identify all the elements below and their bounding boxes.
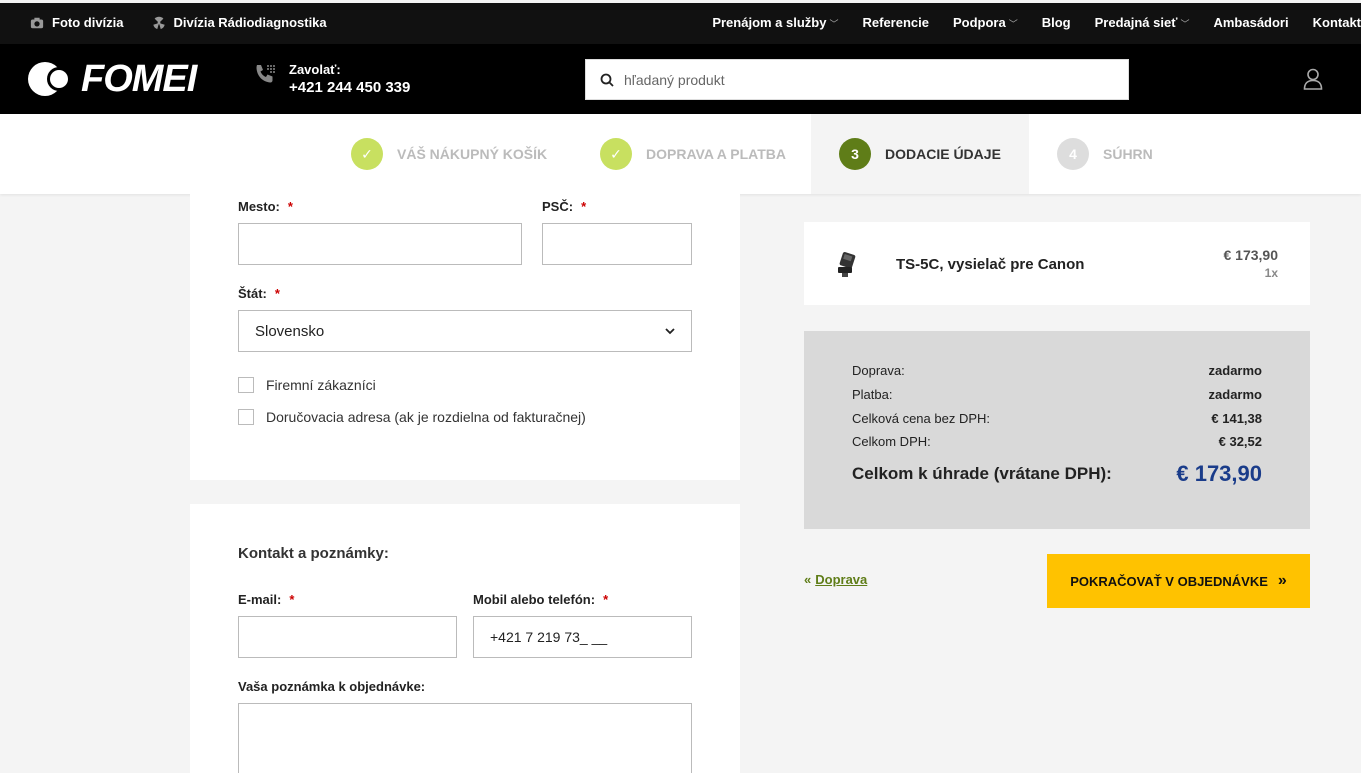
user-icon <box>1303 68 1323 90</box>
menu-item-blog[interactable]: Blog <box>1042 15 1071 30</box>
required-mark: * <box>274 286 280 301</box>
total-label: Celkom k úhrade (vrátane DPH): <box>852 464 1112 483</box>
double-chevron-left-icon: « <box>804 572 812 587</box>
zip-label: PSČ: * <box>542 199 587 214</box>
phone-label: Zavolať: <box>289 62 341 77</box>
continue-order-button[interactable]: POKRAČOVAŤ V OBJEDNÁVKE » <box>1047 554 1310 608</box>
step-delivery-details: 3 Dodacie údaje <box>811 114 1029 194</box>
logo-text: FOMEI <box>81 58 197 100</box>
checkbox[interactable] <box>238 409 254 425</box>
step-number: 3 <box>839 138 871 170</box>
step-label: Váš nákupný košík <box>397 146 548 162</box>
chevron-down-icon: ﹀ <box>1180 19 1190 29</box>
camera-icon <box>30 17 44 28</box>
address-form-card: Mesto: * PSČ: * Štát: * Slovensko Firemní z… <box>190 194 740 480</box>
menu-item-ambassadors[interactable]: Ambasádori <box>1213 15 1288 30</box>
back-to-shipping-link[interactable]: «Doprava <box>804 572 867 587</box>
chevron-down-icon: ﹀ <box>829 19 839 29</box>
delivery-address-checkbox[interactable]: Doručovacia adresa (ak je rozdielna od f… <box>238 409 586 425</box>
required-mark: * <box>287 199 293 214</box>
summary-total: Celkom k úhrade (vrátane DPH): € 173,90 <box>852 461 1262 487</box>
checkbox[interactable] <box>238 377 254 393</box>
division-label: Divízia Rádiodiagnostika <box>173 15 327 30</box>
radiation-icon <box>152 16 165 29</box>
state-select[interactable]: Slovensko <box>238 310 692 352</box>
chevron-down-icon <box>665 327 675 334</box>
note-label: Vaša poznámka k objednávke: <box>238 679 426 694</box>
state-label: Štát: * <box>238 286 280 301</box>
fomei-logo[interactable]: FOMEI <box>27 58 197 100</box>
summary-row: Celkom DPH: € 32,52 <box>852 434 1262 449</box>
step-label: Súhrn <box>1103 146 1153 162</box>
state-select-value: Slovensko <box>255 322 325 340</box>
step-summary: 4 Súhrn <box>1057 114 1153 194</box>
phone-number: +421 244 450 339 <box>289 79 411 96</box>
step-number: 4 <box>1057 138 1089 170</box>
top-menu: Prenájom a služby ﹀ Referencie Podpora ﹀ B… <box>712 15 1361 30</box>
menu-item-contact[interactable]: Kontakt <box>1313 15 1361 30</box>
main-header: FOMEI Zavolať: +421 244 450 339 <box>0 44 1361 114</box>
search-input[interactable] <box>624 71 1104 88</box>
summary-row: Doprava: zadarmo <box>852 363 1262 378</box>
contact-section-title: Kontakt a poznámky: <box>238 545 389 562</box>
division-label: Foto divízia <box>52 15 124 30</box>
logo-mark-icon <box>28 62 71 96</box>
check-icon: ✓ <box>351 138 383 170</box>
total-value: € 173,90 <box>1176 461 1262 486</box>
required-mark: * <box>289 592 295 607</box>
double-chevron-right-icon: » <box>1277 572 1287 589</box>
contact-form-card: Kontakt a poznámky: E-mail: * Mobil alebo… <box>190 504 740 773</box>
summary-row: Celková cena bez DPH: € 141,38 <box>852 411 1262 426</box>
user-account-button[interactable] <box>1303 68 1323 95</box>
step-label: Doprava a platba <box>646 146 786 162</box>
company-customer-checkbox[interactable]: Firemní zákazníci <box>238 377 376 393</box>
step-label: Dodacie údaje <box>885 146 1001 162</box>
menu-item-rental[interactable]: Prenájom a služby ﹀ <box>712 15 838 30</box>
menu-item-support[interactable]: Podpora ﹀ <box>953 15 1018 30</box>
city-label: Mesto: * <box>238 199 293 214</box>
top-utility-bar: Foto divízia Divízia Rádiodiagnostika Pr… <box>0 0 1361 44</box>
order-summary: Doprava: zadarmo Platba: zadarmo Celková… <box>804 331 1310 529</box>
phone-contact[interactable]: Zavolať: +421 244 450 339 <box>253 62 410 96</box>
chevron-down-icon: ﹀ <box>1008 19 1018 29</box>
required-mark: * <box>603 592 609 607</box>
product-name[interactable]: TS-5C, vysielač pre Canon <box>896 256 1084 273</box>
division-link-radio[interactable]: Divízia Rádiodiagnostika <box>152 15 327 30</box>
product-quantity: 1x <box>1264 266 1278 280</box>
menu-item-references[interactable]: Referencie <box>863 15 929 30</box>
phone-field[interactable]: +421 7 219 73_ __ <box>473 616 692 658</box>
cart-product-row: TS-5C, vysielač pre Canon € 173,90 1x <box>804 222 1310 305</box>
summary-row: Platba: zadarmo <box>852 387 1262 402</box>
zip-input[interactable] <box>542 223 692 265</box>
division-links: Foto divízia Divízia Rádiodiagnostika <box>30 15 327 30</box>
step-shipping-payment[interactable]: ✓ Doprava a platba <box>600 114 786 194</box>
check-icon: ✓ <box>600 138 632 170</box>
checkout-steps: ✓ Váš nákupný košík ✓ Doprava a platba 3… <box>0 114 1361 194</box>
search-box <box>585 59 1129 100</box>
back-link-label[interactable]: Doprava <box>815 572 867 587</box>
checkbox-label: Doručovacia adresa (ak je rozdielna od f… <box>266 409 586 425</box>
search-icon[interactable] <box>600 73 614 87</box>
division-link-foto[interactable]: Foto divízia <box>30 15 124 30</box>
email-label: E-mail: * <box>238 592 295 607</box>
phone-icon <box>256 65 275 83</box>
email-field[interactable] <box>238 616 457 658</box>
required-mark: * <box>581 199 587 214</box>
menu-item-sales-network[interactable]: Predajná sieť ﹀ <box>1095 15 1190 30</box>
product-thumbnail <box>838 252 856 277</box>
product-price: € 173,90 <box>1223 247 1279 263</box>
checkbox-label: Firemní zákazníci <box>266 377 376 393</box>
phone-field-label: Mobil alebo telefón: * <box>473 592 609 607</box>
step-cart[interactable]: ✓ Váš nákupný košík <box>351 114 547 194</box>
continue-button-label: POKRAČOVAŤ V OBJEDNÁVKE <box>1070 573 1268 589</box>
city-input[interactable] <box>238 223 522 265</box>
order-note-textarea[interactable] <box>238 703 692 773</box>
